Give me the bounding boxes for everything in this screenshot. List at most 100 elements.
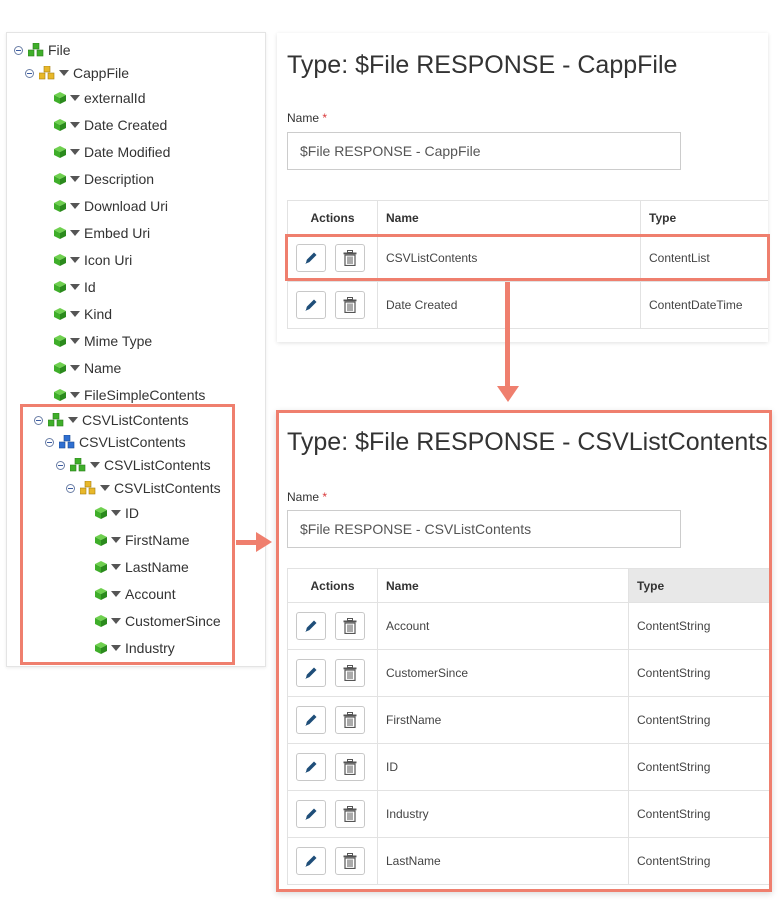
tree-node-label: Name — [84, 360, 122, 376]
caret-down-icon[interactable] — [111, 591, 121, 597]
tree-node-csvlist-list[interactable]: CSVListContents — [45, 432, 186, 452]
caret-down-icon[interactable] — [70, 365, 80, 371]
tree-node-field[interactable]: Mime Type — [54, 331, 152, 351]
delete-button[interactable] — [335, 800, 365, 828]
caret-down-icon[interactable] — [70, 311, 80, 317]
edit-button[interactable] — [296, 753, 326, 781]
caret-down-icon[interactable] — [70, 149, 80, 155]
tree-node-field[interactable]: Kind — [54, 304, 112, 324]
table-row[interactable]: Date Created ContentDateTime — [287, 281, 768, 329]
edit-button[interactable] — [296, 291, 326, 319]
column-header-name[interactable]: Name — [377, 568, 629, 603]
edit-button[interactable] — [296, 612, 326, 640]
caret-down-icon[interactable] — [68, 417, 78, 423]
caret-down-icon[interactable] — [70, 338, 80, 344]
name-field[interactable]: $File RESPONSE - CSVListContents — [287, 510, 681, 548]
row-actions — [287, 790, 378, 838]
column-header-type[interactable]: Type — [640, 200, 768, 235]
collapse-toggle-icon[interactable] — [14, 45, 23, 55]
caret-down-icon[interactable] — [70, 284, 80, 290]
collapse-toggle-icon[interactable] — [56, 460, 65, 470]
edit-button[interactable] — [296, 800, 326, 828]
green-cube-icon — [54, 92, 66, 104]
tree-node-cappfile[interactable]: CappFile — [25, 63, 129, 83]
tree-node-field[interactable]: FirstName — [95, 530, 190, 550]
pencil-icon — [305, 808, 317, 820]
tree-node-field[interactable]: Name — [54, 358, 121, 378]
collapse-toggle-icon[interactable] — [45, 437, 54, 447]
tree-node-field[interactable]: externalId — [54, 88, 145, 108]
tree-node-field[interactable]: Description — [54, 169, 154, 189]
delete-button[interactable] — [335, 847, 365, 875]
tree-node-csvlist-item[interactable]: CSVListContents — [56, 455, 211, 475]
caret-down-icon[interactable] — [70, 95, 80, 101]
tree-node-csvlist-object[interactable]: CSVListContents — [66, 478, 221, 498]
table-row[interactable]: CustomerSince ContentString — [287, 649, 769, 697]
tree-node-field[interactable]: Embed Uri — [54, 223, 150, 243]
caret-down-icon[interactable] — [111, 645, 121, 651]
cube-cluster-yellow-icon — [39, 66, 55, 80]
cell-type: ContentString — [628, 743, 769, 791]
tree-node-file[interactable]: File — [14, 40, 71, 60]
caret-down-icon[interactable] — [70, 230, 80, 236]
tree-node-label: Account — [125, 586, 176, 602]
name-field[interactable]: $File RESPONSE - CappFile — [287, 132, 681, 170]
caret-down-icon[interactable] — [70, 203, 80, 209]
cube-cluster-green-icon — [70, 458, 86, 472]
arrow-down-head — [497, 386, 519, 402]
pencil-icon — [305, 761, 317, 773]
row-actions — [287, 696, 378, 744]
tree-node-csvlist[interactable]: CSVListContents — [34, 410, 189, 430]
required-marker: * — [322, 490, 328, 504]
tree-node-field[interactable]: Icon Uri — [54, 250, 132, 270]
column-header-actions: Actions — [287, 568, 378, 603]
tree-node-field[interactable]: Date Created — [54, 115, 167, 135]
column-header-name[interactable]: Name — [377, 200, 641, 235]
caret-down-icon[interactable] — [70, 122, 80, 128]
green-cube-icon — [54, 362, 66, 374]
edit-button[interactable] — [296, 706, 326, 734]
edit-button[interactable] — [296, 847, 326, 875]
table-row[interactable]: Account ContentString — [287, 602, 769, 650]
caret-down-icon[interactable] — [111, 618, 121, 624]
tree-node-field[interactable]: Industry — [95, 638, 175, 658]
delete-button[interactable] — [335, 659, 365, 687]
tree-node-field[interactable]: LastName — [95, 557, 189, 577]
cell-type: ContentDateTime — [640, 281, 768, 329]
collapse-toggle-icon[interactable] — [25, 68, 34, 78]
edit-button[interactable] — [296, 659, 326, 687]
caret-down-icon[interactable] — [111, 537, 121, 543]
caret-down-icon[interactable] — [70, 392, 80, 398]
green-cube-icon — [95, 615, 107, 627]
delete-button[interactable] — [335, 753, 365, 781]
caret-down-icon[interactable] — [111, 510, 121, 516]
tree-node-field[interactable]: Account — [95, 584, 176, 604]
caret-down-icon[interactable] — [59, 70, 69, 76]
tree-node-field[interactable]: FileSimpleContents — [54, 385, 205, 405]
column-header-type[interactable]: Type — [628, 568, 769, 603]
tree-node-field[interactable]: Download Uri — [54, 196, 168, 216]
green-cube-icon — [95, 534, 107, 546]
collapse-toggle-icon[interactable] — [66, 483, 75, 493]
caret-down-icon[interactable] — [70, 257, 80, 263]
collapse-toggle-icon[interactable] — [34, 415, 43, 425]
delete-button[interactable] — [335, 612, 365, 640]
page-title: Type: $File RESPONSE - CappFile — [287, 51, 678, 79]
table-row[interactable]: ID ContentString — [287, 743, 769, 791]
trash-icon — [343, 618, 357, 634]
tree-node-field[interactable]: ID — [95, 503, 139, 523]
caret-down-icon[interactable] — [90, 462, 100, 468]
table-row[interactable]: Industry ContentString — [287, 790, 769, 838]
caret-down-icon[interactable] — [70, 176, 80, 182]
tree-node-field[interactable]: CustomerSince — [95, 611, 221, 631]
tree-node-field[interactable]: Date Modified — [54, 142, 170, 162]
delete-button[interactable] — [335, 706, 365, 734]
table-row[interactable]: FirstName ContentString — [287, 696, 769, 744]
caret-down-icon[interactable] — [100, 485, 110, 491]
table-row[interactable]: LastName ContentString — [287, 837, 769, 885]
tree-node-label: Download Uri — [84, 198, 169, 214]
tree-node-field[interactable]: Id — [54, 277, 96, 297]
delete-button[interactable] — [335, 291, 365, 319]
pencil-icon — [305, 714, 317, 726]
caret-down-icon[interactable] — [111, 564, 121, 570]
